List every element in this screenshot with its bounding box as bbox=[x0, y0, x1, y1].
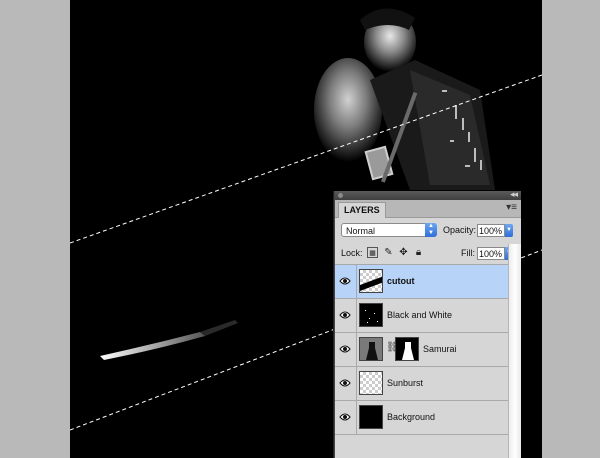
opacity-dropdown-icon[interactable]: ▼ bbox=[505, 224, 513, 237]
layer-name: Black and White bbox=[387, 310, 453, 320]
opacity-label: Opacity: bbox=[443, 225, 477, 235]
collapse-icon[interactable]: ◂◂ bbox=[510, 189, 518, 200]
visibility-toggle[interactable] bbox=[335, 367, 357, 400]
fill-field[interactable]: 100% bbox=[477, 247, 505, 260]
lock-transparency-icon[interactable]: ▦ bbox=[367, 247, 378, 258]
visibility-toggle[interactable] bbox=[335, 299, 357, 332]
layer-name: Samurai bbox=[423, 344, 457, 354]
layer-thumbnail bbox=[359, 405, 383, 429]
layer-thumbnail bbox=[359, 337, 383, 361]
eye-icon bbox=[339, 379, 351, 387]
panel-close-icon[interactable] bbox=[338, 193, 343, 198]
lock-all-icon[interactable]: 🔒︎ bbox=[413, 247, 424, 258]
panel-scrollbar[interactable] bbox=[508, 244, 521, 458]
layer-row-background[interactable]: Background bbox=[335, 401, 521, 435]
layer-name: Sunburst bbox=[387, 378, 424, 388]
layer-row-samurai[interactable]: ⛓︎ Samurai bbox=[335, 333, 521, 367]
layers-panel: ◂◂ LAYERS ▾≡ Normal ▲ ▼ Opacity: 100% ▼ L… bbox=[334, 189, 521, 458]
visibility-toggle[interactable] bbox=[335, 265, 357, 298]
panel-titlebar[interactable]: ◂◂ bbox=[335, 189, 521, 200]
layer-row-black-and-white[interactable]: Black and White bbox=[335, 299, 521, 333]
layer-name: cutout bbox=[387, 276, 415, 286]
layer-thumbnail bbox=[359, 303, 383, 327]
layer-mask-thumbnail bbox=[395, 337, 419, 361]
samurai-figure bbox=[314, 8, 495, 190]
layer-thumbnail bbox=[359, 269, 383, 293]
eye-icon bbox=[339, 277, 351, 285]
visibility-toggle[interactable] bbox=[335, 333, 357, 366]
lock-row: Lock: ▦ ✎ ✥ 🔒︎ Fill: 100% ▼ bbox=[335, 242, 521, 265]
panel-menu-icon[interactable]: ▾≡ bbox=[506, 202, 517, 213]
lock-paint-icon[interactable]: ✎ bbox=[383, 247, 394, 258]
opacity-field[interactable]: 100% bbox=[477, 224, 505, 237]
layer-row-cutout[interactable]: cutout bbox=[335, 265, 521, 299]
fill-label: Fill: bbox=[461, 248, 475, 258]
layer-name: Background bbox=[387, 412, 436, 422]
layer-row-sunburst[interactable]: Sunburst bbox=[335, 367, 521, 401]
blend-mode-value: Normal bbox=[346, 226, 376, 236]
blend-row: Normal ▲ ▼ Opacity: 100% ▼ bbox=[335, 218, 521, 242]
tab-layers[interactable]: LAYERS bbox=[338, 202, 386, 218]
blend-mode-select[interactable]: Normal ▲ ▼ bbox=[341, 223, 437, 237]
eye-icon bbox=[339, 311, 351, 319]
eye-icon bbox=[339, 413, 351, 421]
sword-blade bbox=[100, 332, 205, 360]
layer-thumbnail bbox=[359, 371, 383, 395]
visibility-toggle[interactable] bbox=[335, 401, 357, 434]
layers-list: cutout Black and White ⛓︎ Samurai Sunbur… bbox=[335, 265, 521, 435]
panel-tab-row: LAYERS ▾≡ bbox=[335, 200, 521, 218]
lock-move-icon[interactable]: ✥ bbox=[398, 247, 409, 258]
select-arrows-icon: ▲ ▼ bbox=[425, 223, 437, 237]
eye-icon bbox=[339, 345, 351, 353]
lock-label: Lock: bbox=[341, 248, 363, 258]
